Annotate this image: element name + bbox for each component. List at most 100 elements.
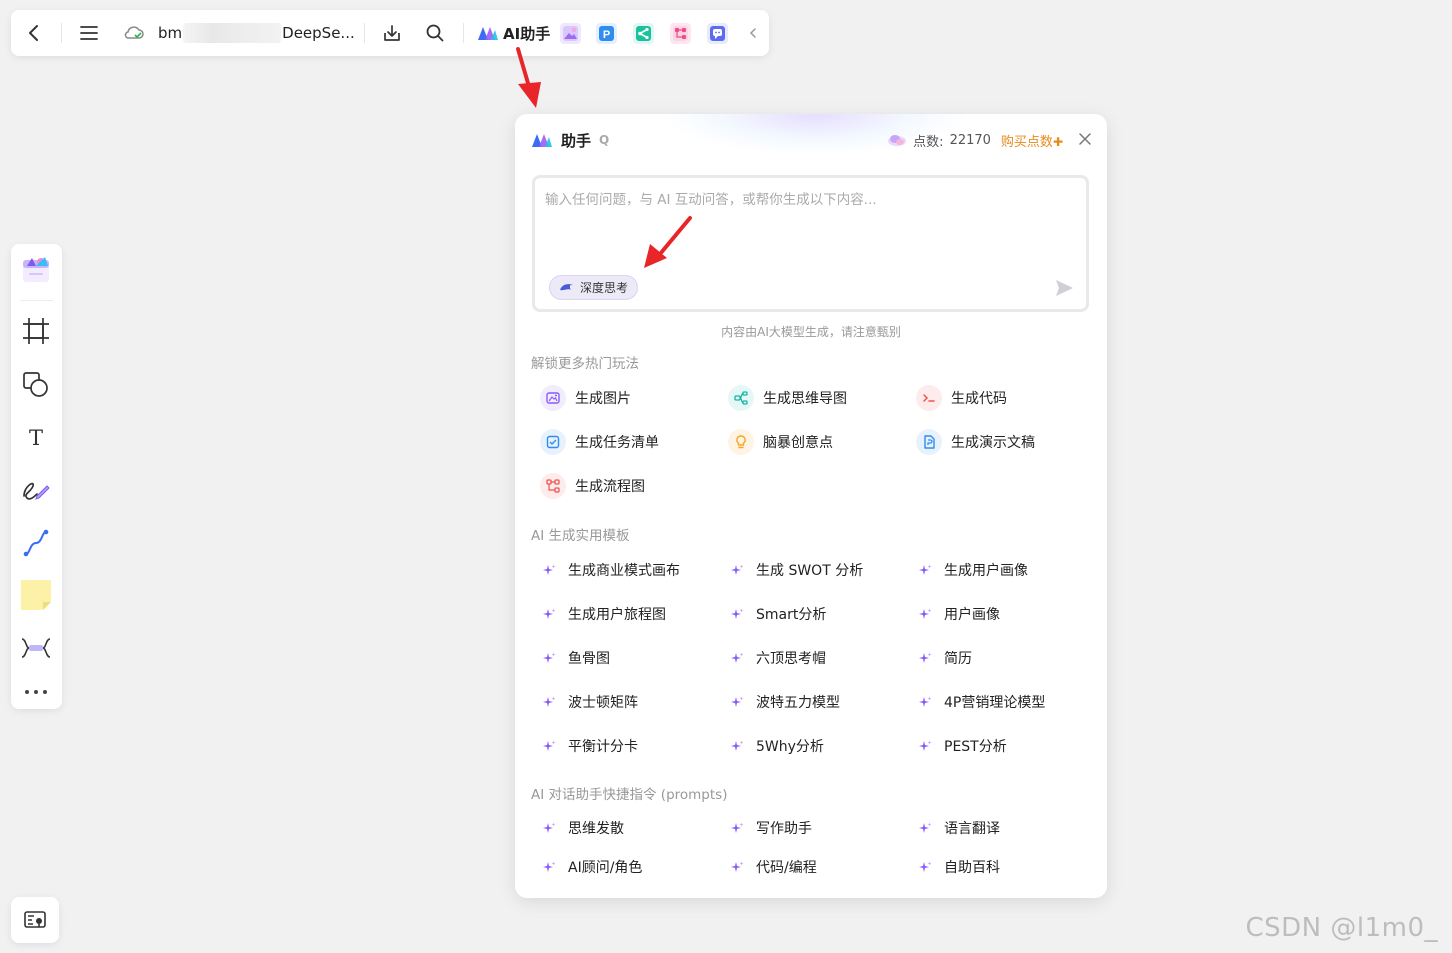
- deep-think-label: 深度思考: [580, 281, 629, 295]
- template-item[interactable]: 生成 SWOT 分析: [731, 558, 863, 582]
- download-button[interactable]: [379, 10, 405, 56]
- sparkle-icon: [731, 652, 744, 665]
- hot-item-label: 生成图片: [575, 391, 631, 407]
- search-button[interactable]: [422, 10, 448, 56]
- template-item[interactable]: 4P营销理论模型: [919, 690, 1045, 714]
- share-plugin-button[interactable]: [633, 23, 654, 44]
- prompt-item[interactable]: 语言翻译: [919, 816, 1000, 840]
- hot-item-generate-slides[interactable]: 生成演示文稿: [916, 427, 1035, 457]
- template-label: 简历: [944, 651, 972, 667]
- buy-points-label: 购买点数: [1000, 134, 1053, 150]
- template-item[interactable]: 生成用户画像: [919, 558, 1028, 582]
- sparkle-icon: [543, 696, 556, 709]
- hot-item-generate-mindmap[interactable]: 生成思维导图: [728, 383, 847, 413]
- template-label: PEST分析: [944, 739, 1007, 755]
- shape-tool[interactable]: [19, 368, 53, 402]
- ai-disclaimer: 内容由AI大模型生成，请注意甄别: [721, 325, 901, 339]
- minimap-button[interactable]: [11, 897, 59, 943]
- chat-plugin-icon: [710, 26, 725, 41]
- prompt-item[interactable]: 自助百科: [919, 855, 1000, 879]
- template-item[interactable]: PEST分析: [919, 734, 1007, 758]
- sparkle-icon: [731, 822, 744, 835]
- ai-assistant-button[interactable]: AI助手: [477, 10, 550, 56]
- sparkle-icon: [731, 696, 744, 709]
- hot-item-generate-image[interactable]: 生成图片: [540, 383, 631, 413]
- flow-plugin-button[interactable]: [670, 23, 691, 44]
- hot-item-generate-flowchart[interactable]: 生成流程图: [540, 471, 645, 501]
- template-item[interactable]: 5Why分析: [731, 734, 824, 758]
- sparkle-icon: [919, 740, 932, 753]
- text-icon: T: [29, 426, 43, 450]
- buy-points-link[interactable]: 购买点数✚: [1001, 131, 1063, 150]
- ai-logo-icon: [478, 27, 498, 40]
- chat-plugin-button[interactable]: [707, 23, 728, 44]
- connector-icon: [23, 529, 49, 557]
- buy-points-plus-icon: ✚: [1052, 134, 1063, 149]
- template-item[interactable]: 生成用户旅程图: [543, 602, 666, 626]
- mindmap-tool[interactable]: [19, 631, 53, 665]
- cloud-sync-status[interactable]: [121, 10, 147, 56]
- frame-tool[interactable]: [19, 314, 53, 348]
- collapse-chevron-icon: [749, 28, 756, 38]
- sparkle-icon: [731, 861, 744, 874]
- prompt-label: 代码/编程: [756, 860, 817, 876]
- template-item[interactable]: 用户画像: [919, 602, 1000, 626]
- rail-divider: [20, 300, 53, 301]
- sparkle-icon: [543, 822, 556, 835]
- prompt-item[interactable]: 思维发散: [543, 816, 624, 840]
- p-plugin-button[interactable]: P: [596, 23, 617, 44]
- prompt-item[interactable]: AI顾问/角色: [543, 855, 642, 879]
- prompt-label: 语言翻译: [944, 821, 1000, 837]
- sparkle-icon: [919, 822, 932, 835]
- close-panel-button[interactable]: [1079, 131, 1091, 149]
- template-item[interactable]: 波士顿矩阵: [543, 690, 638, 714]
- image-plugin-button[interactable]: [560, 23, 581, 44]
- template-tool[interactable]: [19, 252, 53, 286]
- prompt-label: 自助百科: [944, 860, 1000, 876]
- section-title-templates: AI 生成实用模板: [531, 528, 630, 544]
- task-gen-icon: [540, 429, 566, 455]
- sticky-note-tool[interactable]: [19, 578, 53, 612]
- template-item[interactable]: 平衡计分卡: [543, 734, 638, 758]
- template-label: 生成 SWOT 分析: [756, 563, 864, 579]
- template-label: 用户画像: [944, 607, 1000, 623]
- template-item[interactable]: 生成商业模式画布: [543, 558, 680, 582]
- template-item[interactable]: Smart分析: [731, 602, 826, 626]
- prompt-item[interactable]: 代码/编程: [731, 855, 817, 879]
- text-tool[interactable]: T: [19, 420, 53, 454]
- connector-tool[interactable]: [19, 526, 53, 560]
- template-label: 生成用户旅程图: [568, 607, 666, 623]
- menu-button[interactable]: [77, 10, 101, 56]
- template-item[interactable]: 波特五力模型: [731, 690, 840, 714]
- svg-text:P: P: [603, 29, 610, 41]
- template-label: 5Why分析: [756, 739, 824, 755]
- hot-item-generate-tasklist[interactable]: 生成任务清单: [540, 427, 659, 457]
- send-button[interactable]: [1054, 278, 1074, 302]
- template-item[interactable]: 简历: [919, 646, 972, 670]
- back-button[interactable]: [21, 10, 47, 56]
- template-item[interactable]: 六顶思考帽: [731, 646, 826, 670]
- template-item[interactable]: 鱼骨图: [543, 646, 610, 670]
- points-value: 22170: [949, 132, 991, 148]
- sparkle-icon: [543, 861, 556, 874]
- slides-gen-icon: [916, 429, 942, 455]
- collapse-plugins-button[interactable]: [745, 10, 761, 56]
- ai-prompt-input[interactable]: [545, 188, 1075, 258]
- csdn-watermark: CSDN @l1m0_: [1245, 913, 1438, 943]
- hot-item-generate-code[interactable]: 生成代码: [916, 383, 1007, 413]
- flow-plugin-icon: [673, 26, 688, 41]
- share-plugin-icon: [636, 26, 651, 41]
- pen-tool[interactable]: [19, 473, 53, 507]
- document-name[interactable]: bm DeepSe...: [158, 10, 355, 56]
- hot-item-label: 生成任务清单: [575, 435, 659, 451]
- deep-think-toggle[interactable]: 深度思考: [549, 275, 639, 300]
- shape-icon: [23, 372, 48, 397]
- hot-item-label: 脑暴创意点: [763, 435, 833, 451]
- mindmap-icon: [21, 638, 51, 658]
- hot-item-brainstorm[interactable]: 脑暴创意点: [728, 427, 833, 457]
- doc-name-prefix: bm: [158, 24, 183, 42]
- prompt-label: 写作助手: [756, 821, 812, 837]
- more-tools-button[interactable]: [19, 675, 53, 709]
- hot-item-label: 生成代码: [951, 391, 1007, 407]
- prompt-item[interactable]: 写作助手: [731, 816, 812, 840]
